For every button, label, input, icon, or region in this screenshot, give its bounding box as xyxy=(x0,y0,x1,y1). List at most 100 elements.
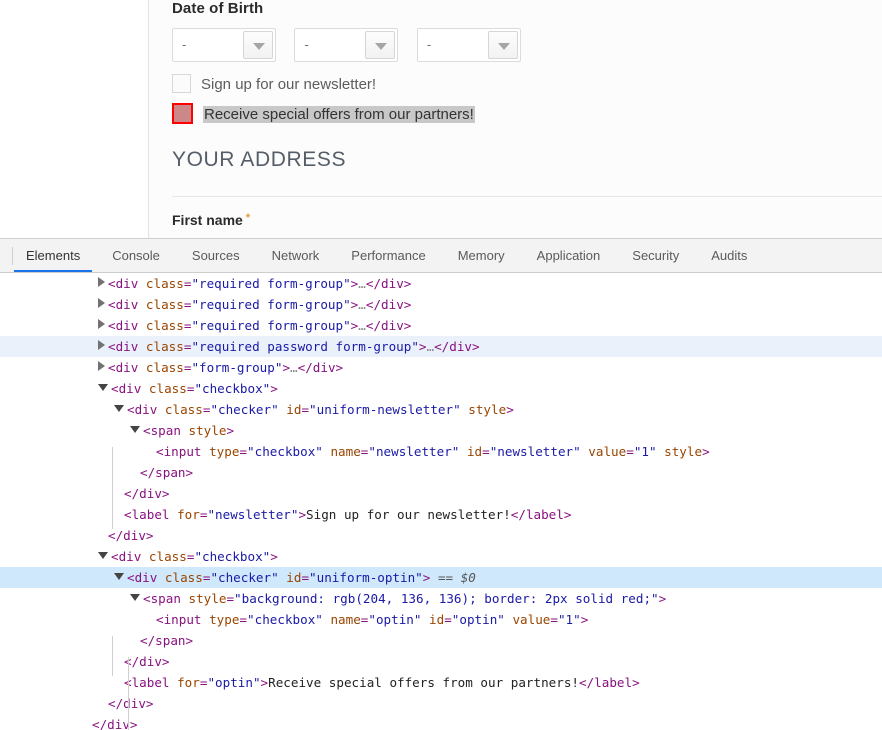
code-token-punct: < xyxy=(143,423,151,438)
first-name-label-text: First name xyxy=(172,212,243,228)
optin-checkbox[interactable] xyxy=(172,103,193,124)
code-token-tag: div xyxy=(115,297,139,312)
code-token-punct: > xyxy=(472,339,480,354)
newsletter-checkbox-row[interactable]: Sign up for our newsletter! xyxy=(172,74,376,93)
dom-tree-row[interactable]: <div class="required form-group">…</div> xyxy=(0,273,882,294)
devtools-tab-performance[interactable]: Performance xyxy=(335,240,441,272)
chevron-down-icon xyxy=(253,43,265,50)
disclosure-triangle-expanded-icon[interactable] xyxy=(130,594,140,601)
code-token-attr: class xyxy=(157,402,203,417)
code-token-val: "checkbox" xyxy=(247,444,323,459)
code-token-attr: style xyxy=(460,402,507,417)
dom-tree-row[interactable]: <label for="optin">Receive special offer… xyxy=(0,672,882,693)
optin-checkbox-label[interactable]: Receive special offers from our partners… xyxy=(203,106,475,123)
dom-tree-row[interactable]: </div> xyxy=(0,525,882,546)
dom-tree-row[interactable]: </span> xyxy=(0,462,882,483)
dom-tree-row[interactable]: </div> xyxy=(0,483,882,504)
devtools-tab-console[interactable]: Console xyxy=(96,240,176,272)
code-token-punct: </ xyxy=(108,528,124,543)
dob-day-select[interactable]: - xyxy=(172,28,276,62)
optin-checkbox-row[interactable]: Receive special offers from our partners… xyxy=(172,103,475,124)
code-token-tag: div xyxy=(107,717,130,730)
code-token-tag: div xyxy=(139,654,162,669)
dom-tree-row[interactable]: </div> xyxy=(0,693,882,714)
devtools-tab-security[interactable]: Security xyxy=(616,240,695,272)
code-token-punct: = xyxy=(626,444,634,459)
disclosure-triangle-expanded-icon[interactable] xyxy=(114,573,124,580)
code-token-val: "required form-group" xyxy=(191,297,351,312)
code-token-punct: </ xyxy=(108,696,124,711)
code-token-punct: < xyxy=(156,444,164,459)
devtools-tab-memory[interactable]: Memory xyxy=(442,240,521,272)
dom-tree-row[interactable]: <div class="checkbox"> xyxy=(0,546,882,567)
code-token-punct: > xyxy=(260,675,269,690)
code-token-punct: > xyxy=(270,381,278,396)
devtools-tab-sources[interactable]: Sources xyxy=(176,240,256,272)
code-token-ellip: … xyxy=(358,276,366,291)
dom-tree-row[interactable]: <div class="required form-group">…</div> xyxy=(0,294,882,315)
code-token-tag: div xyxy=(449,339,473,354)
dom-tree-row[interactable]: <input type="checkbox" name="optin" id="… xyxy=(0,609,882,630)
code-token-punct: > xyxy=(403,276,412,291)
code-token-val: "required form-group" xyxy=(191,276,351,291)
disclosure-triangle-expanded-icon[interactable] xyxy=(130,426,140,433)
dob-day-dropdown-button[interactable] xyxy=(243,31,273,59)
dob-year-select[interactable]: - xyxy=(416,28,521,62)
code-token-txt: Receive special offers from our partners… xyxy=(268,675,579,690)
code-token-tag: div xyxy=(118,549,142,564)
code-token-val: "newsletter" xyxy=(368,444,460,459)
dom-tree-row[interactable]: </div> xyxy=(0,651,882,672)
dom-tree-row[interactable]: <div class="checker" id="uniform-newslet… xyxy=(0,399,882,420)
devtools-tab-audits[interactable]: Audits xyxy=(695,240,763,272)
code-token-attr: style xyxy=(180,423,227,438)
disclosure-triangle-collapsed-icon[interactable] xyxy=(98,319,105,329)
dom-tree-row[interactable]: <input type="checkbox" name="newsletter"… xyxy=(0,441,882,462)
disclosure-triangle-expanded-icon[interactable] xyxy=(98,552,108,559)
code-token-attr: for xyxy=(169,507,200,522)
code-token-attr: for xyxy=(169,675,200,690)
dom-tree-row[interactable]: </span> xyxy=(0,630,882,651)
devtools-tab-elements[interactable]: Elements xyxy=(10,240,96,272)
dob-month-value: - xyxy=(304,37,309,52)
devtools-tab-network[interactable]: Network xyxy=(256,240,336,272)
dob-month-dropdown-button[interactable] xyxy=(365,31,396,59)
code-token-attr: id xyxy=(278,402,302,417)
dob-year-dropdown-button[interactable] xyxy=(487,31,518,59)
disclosure-triangle-collapsed-icon[interactable] xyxy=(98,361,105,371)
dom-tree-row[interactable]: </div> xyxy=(0,714,882,730)
code-token-val: "background: rgb(204, 136, 136); border:… xyxy=(234,591,659,606)
page-content: Date of Birth - - - Sign up for our news… xyxy=(149,0,882,238)
dom-tree-row[interactable]: <label for="newsletter">Sign up for our … xyxy=(0,504,882,525)
devtools-elements-dom-tree[interactable]: <div class="required form-group">…</div>… xyxy=(0,273,882,730)
date-of-birth-label: Date of Birth xyxy=(172,0,264,17)
devtools-tab-application[interactable]: Application xyxy=(521,240,617,272)
dom-tree-row[interactable]: <div class="required form-group">…</div> xyxy=(0,315,882,336)
code-token-tag: div xyxy=(381,297,404,312)
tree-guide-line xyxy=(112,636,113,676)
disclosure-triangle-expanded-icon[interactable] xyxy=(114,405,124,412)
dom-tree-row[interactable]: <div class="required password form-group… xyxy=(0,336,882,357)
newsletter-checkbox-label[interactable]: Sign up for our newsletter! xyxy=(201,76,376,93)
code-token-val: "checkbox" xyxy=(194,549,271,564)
dob-month-select[interactable]: - xyxy=(294,28,399,62)
code-token-punct: < xyxy=(156,612,164,627)
screenshot-root: Date of Birth - - - Sign up for our news… xyxy=(0,0,882,730)
disclosure-triangle-collapsed-icon[interactable] xyxy=(98,298,105,308)
dom-tree-row[interactable]: <div class="form-group">…</div> xyxy=(0,357,882,378)
dom-tree-row[interactable]: <div class="checker" id="uniform-optin">… xyxy=(0,567,882,588)
newsletter-checkbox[interactable] xyxy=(172,74,191,93)
dom-tree-row[interactable]: <span style="background: rgb(204, 136, 1… xyxy=(0,588,882,609)
code-token-punct: > xyxy=(632,675,640,690)
disclosure-triangle-expanded-icon[interactable] xyxy=(98,384,108,391)
disclosure-triangle-collapsed-icon[interactable] xyxy=(98,340,105,350)
dob-year-value: - xyxy=(426,37,432,52)
dom-tree-row[interactable]: <span style> xyxy=(0,420,882,441)
code-token-punct: > xyxy=(335,360,344,375)
code-token-punct: </ xyxy=(434,339,450,354)
disclosure-triangle-collapsed-icon[interactable] xyxy=(98,277,105,287)
code-token-tag: input xyxy=(163,444,202,459)
dom-tree-row[interactable]: <div class="checkbox"> xyxy=(0,378,882,399)
code-token-punct: < xyxy=(108,318,116,333)
code-token-attr: value xyxy=(504,612,551,627)
code-token-tag: input xyxy=(163,612,202,627)
